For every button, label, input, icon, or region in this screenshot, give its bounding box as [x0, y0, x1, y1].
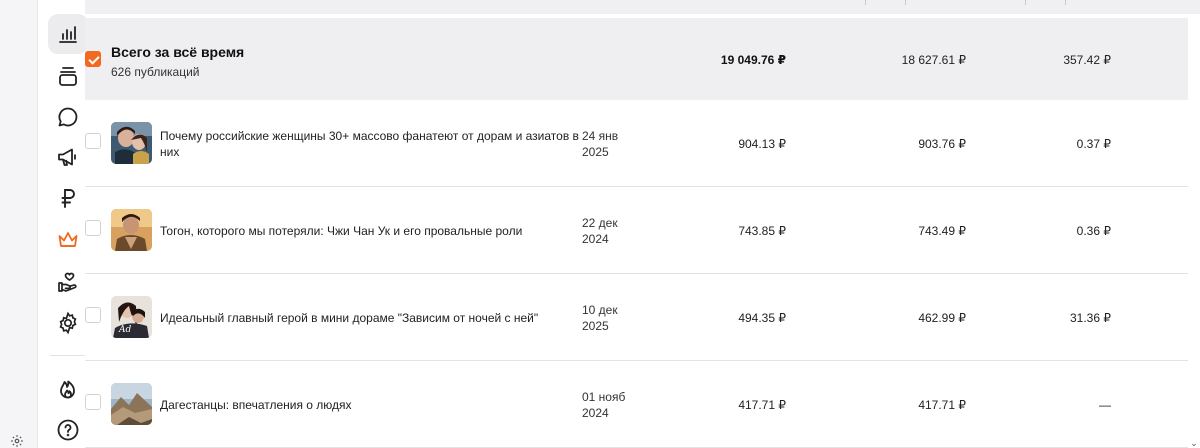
crown-icon	[58, 232, 78, 247]
row-income-column-2: 743.49 ₽	[918, 224, 966, 238]
total-title: Всего за всё время	[111, 44, 245, 60]
row-income: 743.85 ₽	[738, 224, 786, 238]
nav-item-help[interactable]	[48, 410, 88, 448]
row-income: 494.35 ₽	[738, 311, 786, 325]
row-income: 417.71 ₽	[738, 398, 786, 412]
scroll-down-arrow-icon[interactable]: ⌄	[1188, 438, 1200, 448]
megaphone-icon	[58, 148, 76, 166]
nav-separator	[50, 355, 86, 356]
row-checkbox[interactable]	[85, 394, 101, 410]
nav-item-publications[interactable]	[48, 56, 88, 96]
row-income-column-3: —	[1099, 398, 1111, 412]
stack-icon	[59, 67, 77, 86]
row-checkbox[interactable]	[85, 220, 101, 236]
publication-title[interactable]: Дагестанцы: впечатления о людях	[160, 397, 580, 413]
publication-title[interactable]: Тогон, которого мы потеряли: Чжи Чан Ук …	[160, 223, 580, 239]
row-income-column-3: 0.36 ₽	[1076, 224, 1111, 238]
svg-text:Ad: Ad	[118, 325, 131, 335]
nav-item-statistics[interactable]	[48, 14, 88, 54]
header-divider	[1065, 0, 1066, 5]
header-divider	[905, 0, 906, 5]
nav-item-donations[interactable]	[48, 262, 88, 302]
table-row[interactable]: Дагестанцы: впечатления о людях 01 нояб …	[85, 361, 1188, 448]
nav-item-settings[interactable]	[48, 303, 88, 343]
hand-heart-icon	[58, 272, 77, 292]
publication-date: 01 нояб 2024	[582, 390, 626, 420]
total-row: Всего за всё время 626 публикаций 19 049…	[85, 18, 1188, 100]
row-income-column-2: 903.76 ₽	[918, 137, 966, 151]
table-header	[85, 0, 1200, 14]
select-all-checkbox[interactable]	[85, 51, 101, 67]
gear-icon	[59, 311, 77, 335]
publication-thumbnail: Ad	[111, 296, 152, 338]
row-income-column-2: 417.71 ₽	[918, 398, 966, 412]
publication-date: 10 дек 2025	[582, 303, 618, 333]
publication-title[interactable]: Почему российские женщины 30+ массово фа…	[160, 128, 580, 160]
help-icon	[57, 419, 79, 441]
table-row[interactable]: Почему российские женщины 30+ массово фа…	[85, 100, 1188, 187]
header-divider	[1025, 0, 1026, 5]
nav-item-comments[interactable]	[48, 97, 88, 137]
total-income: 19 049.76 ₽	[720, 53, 786, 67]
nav-item-income[interactable]	[48, 178, 88, 218]
publication-date: 24 янв 2025	[582, 129, 619, 159]
table-row[interactable]: Тогон, которого мы потеряли: Чжи Чан Ук …	[85, 187, 1188, 274]
row-income-column-2: 462.99 ₽	[918, 311, 966, 325]
row-checkbox[interactable]	[85, 307, 101, 323]
total-publications-count: 626 публикаций	[111, 65, 200, 79]
chat-bubble-icon	[58, 107, 78, 127]
left-rail	[0, 0, 38, 448]
header-divider	[865, 0, 866, 5]
nav-item-promotion[interactable]	[48, 137, 88, 177]
settings-gear-icon[interactable]	[10, 434, 24, 448]
page: Всего за всё время 626 публикаций 19 049…	[0, 0, 1200, 448]
publication-date: 22 дек 2024	[582, 216, 618, 246]
total-income-column-2: 18 627.61 ₽	[901, 53, 966, 67]
row-income: 904.13 ₽	[738, 137, 786, 151]
publication-thumbnail	[111, 122, 152, 164]
total-income-column-3: 357.42 ₽	[1063, 53, 1111, 67]
nav-item-premium[interactable]	[48, 220, 88, 260]
publication-thumbnail	[111, 209, 152, 251]
table-row[interactable]: Ad Идеальный главный герой в мини дораме…	[85, 274, 1188, 361]
row-checkbox[interactable]	[85, 133, 101, 149]
row-income-column-3: 31.36 ₽	[1070, 311, 1111, 325]
publication-title[interactable]: Идеальный главный герой в мини дораме "З…	[160, 310, 580, 326]
nav-item-trending[interactable]	[48, 368, 88, 408]
row-income-column-3: 0.37 ₽	[1076, 137, 1111, 151]
publication-thumbnail	[111, 383, 152, 425]
fire-icon	[60, 380, 75, 399]
chart-bars-icon	[59, 26, 77, 43]
ruble-icon	[61, 189, 75, 208]
